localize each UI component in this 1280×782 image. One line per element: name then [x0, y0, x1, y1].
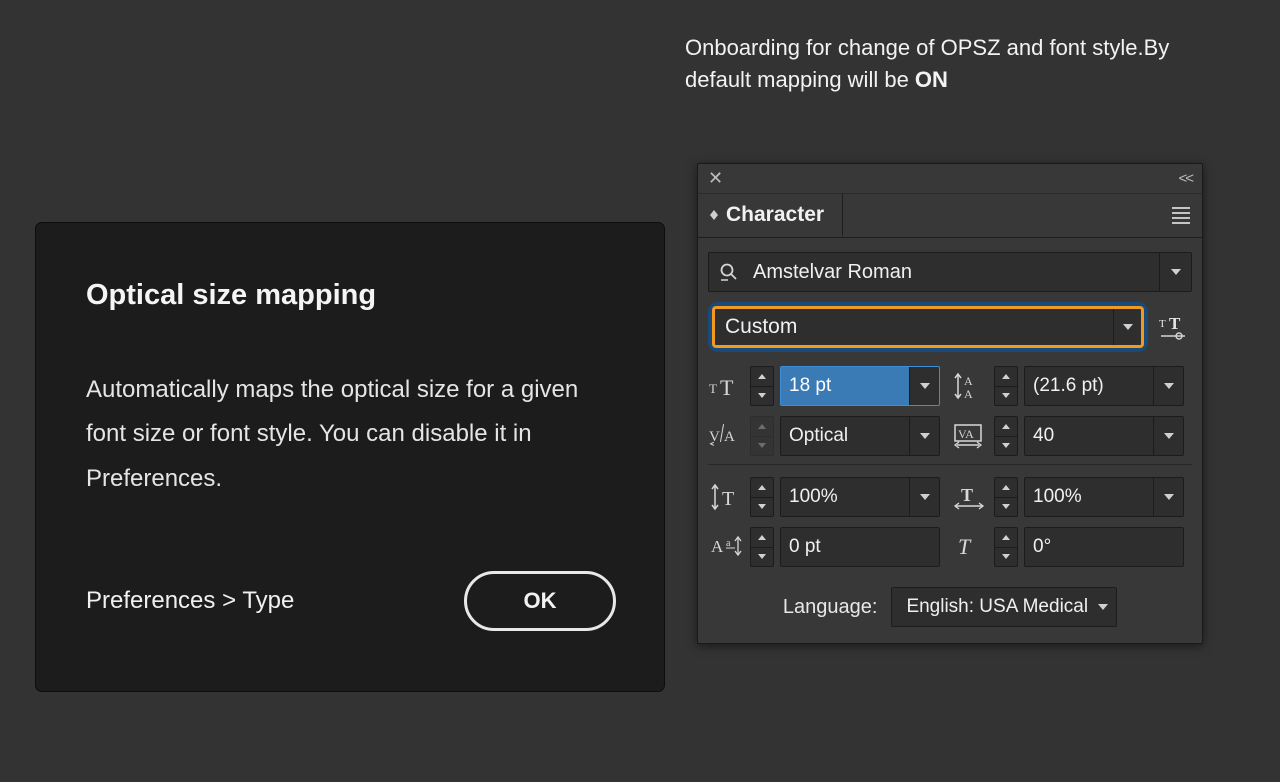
leading-stepper[interactable]: [994, 366, 1018, 406]
horizontal-scale-icon: T: [952, 481, 988, 513]
svg-text:T: T: [722, 488, 734, 510]
tracking-input[interactable]: 40: [1024, 416, 1184, 456]
baseline-shift-icon: Aa: [708, 531, 744, 563]
font-family-dropdown[interactable]: [1159, 253, 1191, 291]
baseline-shift-input[interactable]: 0 pt: [780, 527, 940, 567]
panel-menu-icon[interactable]: [1172, 207, 1190, 224]
optical-size-dialog: Optical size mapping Automatically maps …: [35, 222, 665, 692]
character-panel: ✕ << Character Amstelvar Roman: [697, 163, 1203, 644]
font-style-highlight: Custom: [708, 302, 1148, 352]
vertical-scale-icon: T: [708, 481, 744, 513]
font-size-icon: TT: [708, 370, 744, 402]
close-icon[interactable]: ✕: [708, 168, 723, 189]
font-size-input[interactable]: 18 pt: [780, 366, 940, 406]
vertical-scale-input[interactable]: 100%: [780, 477, 940, 517]
skew-input[interactable]: 0°: [1024, 527, 1184, 567]
horizontal-scale-input[interactable]: 100%: [1024, 477, 1184, 517]
svg-text:T: T: [709, 381, 717, 396]
dialog-title: Optical size mapping: [86, 279, 614, 312]
tracking-icon: VA: [952, 420, 988, 452]
tracking-stepper[interactable]: [994, 416, 1018, 456]
preferences-path: Preferences > Type: [86, 587, 294, 615]
language-label: Language:: [783, 596, 878, 619]
search-icon: [709, 262, 749, 282]
font-style-value: Custom: [715, 315, 1113, 339]
svg-text:T: T: [1169, 314, 1181, 333]
skew-stepper[interactable]: [994, 527, 1018, 567]
font-style-field[interactable]: Custom: [712, 306, 1144, 348]
svg-text:T: T: [720, 375, 734, 399]
svg-text:T: T: [1159, 318, 1166, 330]
leading-icon: AA: [952, 370, 988, 402]
vertical-scale-stepper[interactable]: [750, 477, 774, 517]
kerning-stepper: [750, 416, 774, 456]
sort-icon: [710, 210, 718, 220]
kerning-input[interactable]: Optical: [780, 416, 940, 456]
tab-character[interactable]: Character: [698, 194, 843, 237]
kerning-icon: VA: [708, 420, 744, 452]
horizontal-scale-stepper[interactable]: [994, 477, 1018, 517]
kerning-dropdown[interactable]: [909, 417, 939, 455]
svg-text:T: T: [961, 485, 973, 505]
language-select[interactable]: English: USA Medical: [891, 587, 1117, 627]
svg-text:A: A: [724, 429, 735, 445]
svg-text:V: V: [709, 429, 720, 445]
leading-dropdown[interactable]: [1153, 367, 1183, 405]
font-family-field[interactable]: Amstelvar Roman: [708, 252, 1192, 292]
variable-font-icon[interactable]: T T: [1156, 313, 1192, 341]
svg-text:A: A: [964, 387, 973, 400]
skew-icon: T: [952, 531, 988, 563]
font-family-value: Amstelvar Roman: [749, 261, 1159, 284]
caption-text: Onboarding for change of OPSZ and font s…: [685, 32, 1190, 96]
svg-text:A: A: [964, 374, 973, 388]
leading-input[interactable]: (21.6 pt): [1024, 366, 1184, 406]
font-size-stepper[interactable]: [750, 366, 774, 406]
svg-text:a: a: [726, 538, 731, 549]
baseline-shift-stepper[interactable]: [750, 527, 774, 567]
svg-text:T: T: [958, 534, 972, 559]
collapse-icon[interactable]: <<: [1178, 170, 1192, 187]
font-style-dropdown[interactable]: [1113, 309, 1141, 345]
svg-text:A: A: [711, 537, 724, 556]
vertical-scale-dropdown[interactable]: [909, 478, 939, 516]
horizontal-scale-dropdown[interactable]: [1153, 478, 1183, 516]
font-size-dropdown[interactable]: [909, 367, 939, 405]
svg-text:VA: VA: [958, 427, 974, 441]
chevron-down-icon: [1098, 604, 1108, 610]
tracking-dropdown[interactable]: [1153, 417, 1183, 455]
divider: [708, 464, 1192, 465]
dialog-body: Automatically maps the optical size for …: [86, 368, 614, 501]
ok-button[interactable]: OK: [464, 571, 616, 631]
